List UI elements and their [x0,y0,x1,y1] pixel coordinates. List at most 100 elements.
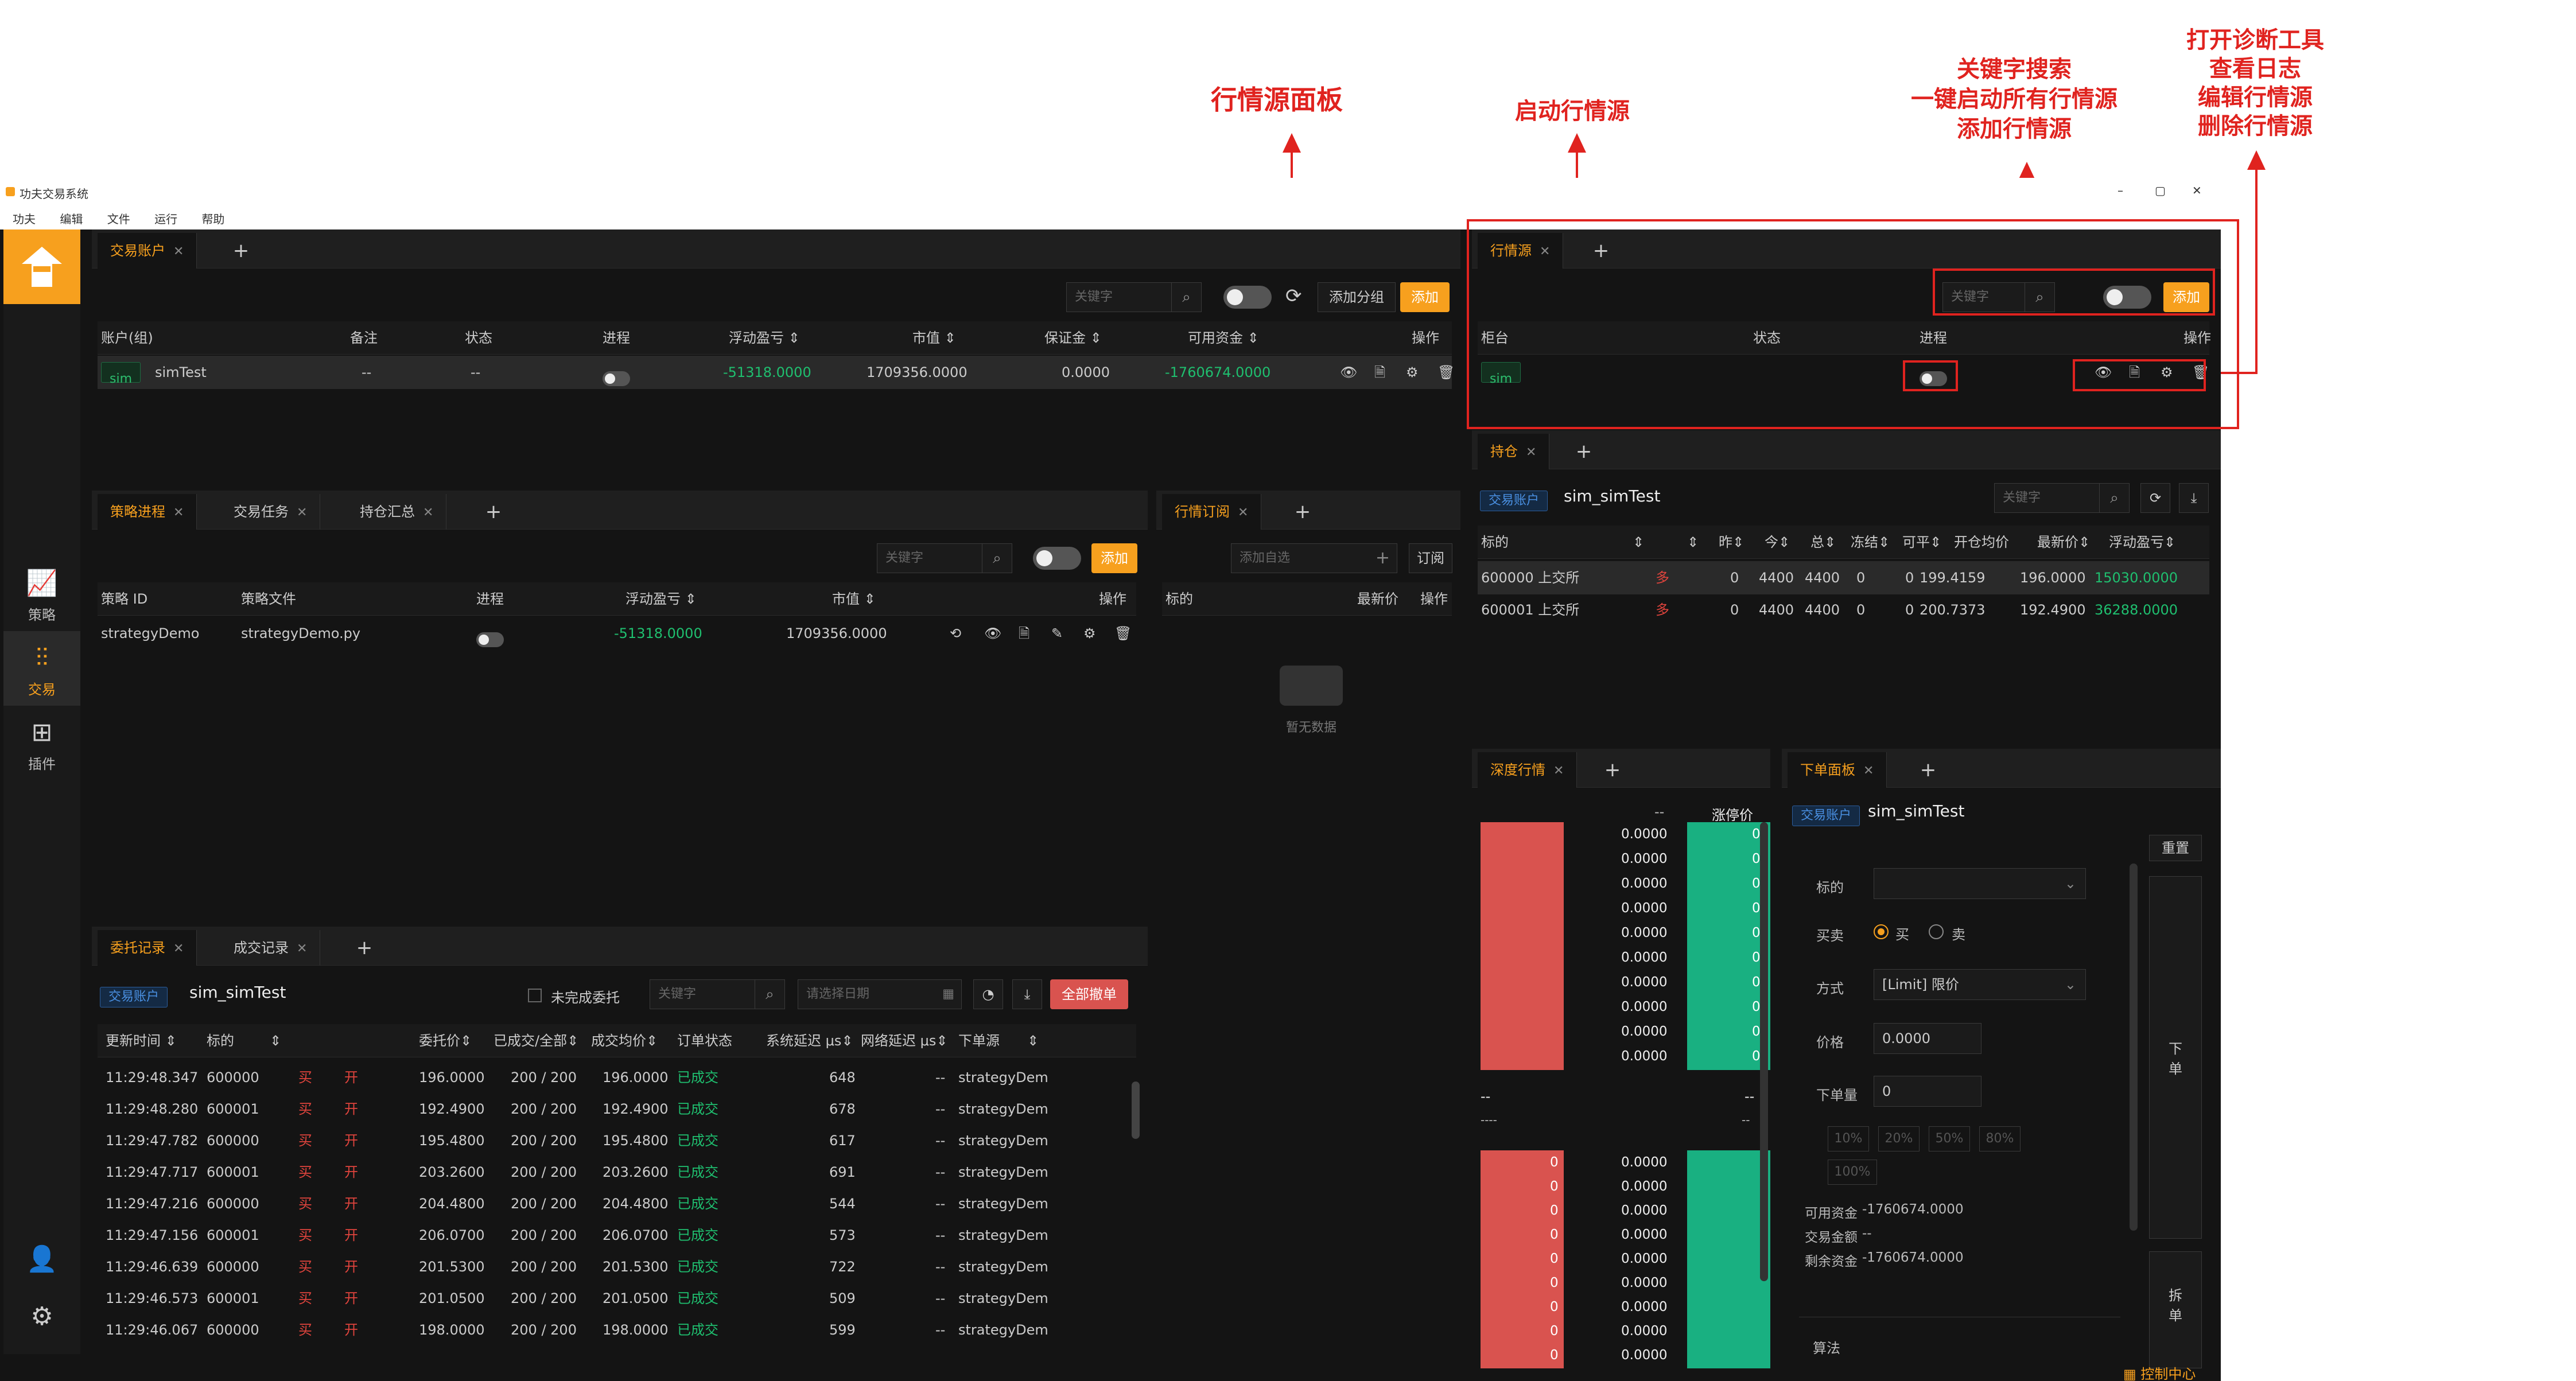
eye-icon[interactable]: 👁 [1340,356,1357,389]
menu-file[interactable]: 文件 [107,212,130,226]
tab-order-panel[interactable]: 下单面板 ✕ [1788,752,1887,788]
user-button[interactable]: 👤 [3,1239,80,1285]
position-search-input[interactable]: 关键字 ⌕ [1994,483,2130,513]
order-scrollbar[interactable] [2130,863,2138,1231]
minimize-button[interactable]: – [2117,184,2123,197]
bid-price-level[interactable]: 0.0000 [1621,1343,1667,1367]
download-button[interactable]: ⤓ [2179,483,2209,513]
table-row[interactable]: 600000 上交所 多 0 4400 4400 0 0 199.4159 19… [1478,561,2209,594]
place-order-button[interactable]: 下单 [2149,876,2202,1239]
pct-80-button[interactable]: 80% [1979,1126,2021,1152]
tab-accounts[interactable]: 交易账户 ✕ [98,233,197,269]
accounts-master-toggle[interactable] [1223,286,1272,309]
pct-100-button[interactable]: 100% [1828,1160,1877,1185]
ask-price-level[interactable]: 0.0000 [1621,1020,1667,1044]
ask-price-level[interactable]: 0.0000 [1621,896,1667,921]
menu-kungfu[interactable]: 功夫 [13,212,36,226]
ask-price-level[interactable]: 0.0000 [1621,1044,1667,1069]
gear-icon[interactable]: ⚙ [1083,617,1096,650]
ask-price-level[interactable]: 0.0000 [1621,822,1667,847]
table-row[interactable]: strategyDemo strategyDemo.py -51318.0000… [98,617,1136,650]
control-center-button[interactable]: ▦ 控制中心 [2123,1367,2196,1381]
menu-run[interactable]: 运行 [154,212,177,226]
bid-price-level[interactable]: 0.0000 [1621,1199,1667,1223]
bid-price-level[interactable]: 0.0000 [1621,1174,1667,1199]
add-tab-button[interactable]: + [1283,494,1323,530]
add-group-button[interactable]: 添加分组 [1318,282,1396,312]
restart-icon[interactable]: ⟲ [950,617,961,650]
price-input[interactable]: 0.0000 [1874,1023,1981,1054]
delete-icon[interactable]: 🗑 [1114,617,1132,650]
split-order-button[interactable]: 拆单 [2149,1251,2202,1368]
tab-position-summary[interactable]: 持仓汇总 ✕ [347,494,447,530]
strategy-search-input[interactable]: 关键字 ⌕ [877,543,1012,573]
sidebar-item-trade[interactable]: ⫶⫶ 交易 [3,631,80,706]
add-tab-button[interactable]: + [221,233,261,269]
symbol-select[interactable]: ⌄ [1874,868,2086,899]
delete-icon[interactable]: 🗑 [1437,356,1455,389]
ask-price-level[interactable]: 0.0000 [1621,921,1667,946]
log-icon[interactable]: 🗎 [1374,356,1385,389]
tab-strategy-process[interactable]: 策略进程 ✕ [98,494,197,530]
ask-price-level[interactable]: 0.0000 [1621,946,1667,970]
tab-subscribe[interactable]: 行情订阅 ✕ [1162,494,1262,530]
sell-radio[interactable] [1929,924,1944,939]
add-tab-button[interactable]: + [1908,752,1948,788]
table-row[interactable]: 11:29:47.156 600001 买开 206.0700 200 / 200 206… [98,1220,1136,1251]
table-row[interactable]: 11:29:46.573 600001 买开 201.0500 200 / 200 201… [98,1283,1136,1314]
strategy-process-toggle[interactable] [476,632,504,647]
add-tab-button[interactable]: + [473,494,514,530]
search-icon[interactable]: ⌕ [755,980,784,1009]
tab-orders[interactable]: 委托记录 ✕ [98,930,197,966]
gear-icon[interactable]: ⚙ [1406,356,1419,389]
table-row[interactable]: 11:29:46.067 600000 买开 198.0000 200 / 200 198… [98,1314,1136,1346]
log-icon[interactable]: 🗎 [1019,617,1029,650]
download-button[interactable]: ⤓ [1012,979,1042,1009]
depth-scrollbar[interactable] [1760,822,1768,1281]
orders-scrollbar[interactable] [1132,1082,1140,1139]
orders-search-input[interactable]: 关键字 ⌕ [650,979,785,1009]
strategy-master-toggle[interactable] [1033,547,1081,570]
add-tab-button[interactable]: + [1564,434,1604,469]
add-strategy-button[interactable]: 添加 [1091,543,1137,573]
tab-position[interactable]: 持仓 ✕ [1478,434,1550,469]
bid-price-level[interactable]: 0.0000 [1621,1295,1667,1319]
unfinished-checkbox[interactable] [528,989,542,1002]
algo-section[interactable]: 算法 [1799,1317,2120,1368]
table-row[interactable]: 11:29:47.782 600000 买开 195.4800 200 / 200 195… [98,1125,1136,1157]
reset-button[interactable]: 重置 [2149,835,2202,861]
add-tab-button[interactable]: + [344,930,384,966]
pct-50-button[interactable]: 50% [1929,1126,1970,1152]
bid-price-level[interactable]: 0.0000 [1621,1223,1667,1247]
search-icon[interactable]: ⌕ [1171,283,1201,312]
date-picker-input[interactable]: 请选择日期 ▦ [798,979,962,1009]
subscribe-input[interactable]: 添加自选 + [1231,543,1397,573]
tab-trades[interactable]: 成交记录 ✕ [221,930,321,966]
table-row[interactable]: 600001 上交所 多 0 4400 4400 0 0 200.7373 19… [1478,593,2209,627]
eye-icon[interactable]: 👁 [984,617,1001,650]
table-row[interactable]: sim simTest -- -- -51318.0000 1709356.00… [98,356,1455,389]
sidebar-item-strategy[interactable]: 📈 策略 [3,557,80,631]
ask-price-level[interactable]: 0.0000 [1621,872,1667,896]
pct-10-button[interactable]: 10% [1828,1126,1869,1152]
sidebar-item-plugin[interactable]: ⊞ 插件 [3,706,80,780]
ask-price-level[interactable]: 0.0000 [1621,847,1667,872]
table-row[interactable]: 11:29:48.280 600001 买开 192.4900 200 / 200 192… [98,1094,1136,1125]
pct-20-button[interactable]: 20% [1878,1126,1920,1152]
table-row[interactable]: 11:29:47.717 600001 买开 203.2600 200 / 200 203… [98,1157,1136,1188]
add-account-button[interactable]: 添加 [1400,282,1450,312]
method-select[interactable]: [Limit] 限价 ⌄ [1874,969,2086,1000]
bid-price-level[interactable]: 0.0000 [1621,1247,1667,1271]
edit-icon[interactable]: ✎ [1051,617,1063,650]
accounts-search-input[interactable]: 关键字 ⌕ [1066,282,1202,312]
buy-radio[interactable] [1874,924,1889,939]
search-icon[interactable]: ⌕ [2099,484,2129,512]
search-icon[interactable]: ⌕ [982,544,1012,573]
account-process-toggle[interactable] [603,371,630,386]
table-row[interactable]: 11:29:47.216 600000 买开 204.4800 200 / 200 204… [98,1188,1136,1220]
table-row[interactable]: 11:29:46.639 600000 买开 201.5300 200 / 200 201… [98,1251,1136,1283]
bid-price-level[interactable]: 0.0000 [1621,1271,1667,1295]
ask-price-level[interactable]: 0.0000 [1621,970,1667,995]
add-tab-button[interactable]: + [1592,752,1633,788]
menu-edit[interactable]: 编辑 [60,212,83,226]
